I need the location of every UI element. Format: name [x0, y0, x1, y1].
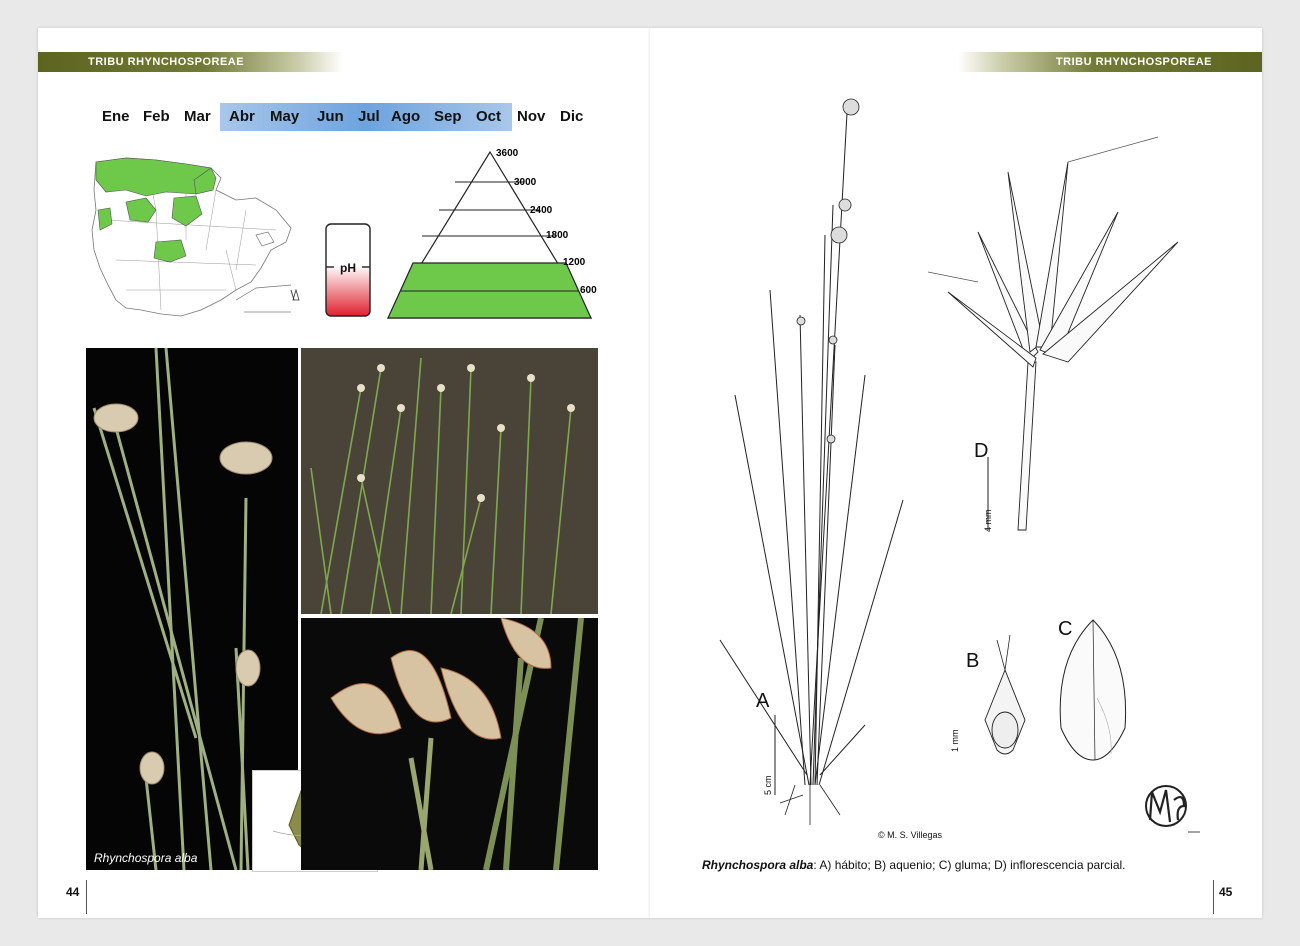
illustrator-signature-logo: [1145, 785, 1200, 833]
altitude-label: 3600: [496, 148, 519, 159]
figure-label-a: A: [756, 690, 770, 712]
month-label: Ago: [391, 108, 421, 125]
month-label: Mar: [184, 108, 211, 125]
figure-label-c: C: [1058, 618, 1073, 640]
figure-label-b: B: [966, 650, 980, 672]
figure-label-d: D: [974, 440, 989, 462]
month-label: Oct: [476, 108, 502, 125]
illustration-copyright: © M. S. Villegas: [878, 830, 942, 840]
altitude-label: 1800: [546, 230, 569, 241]
caption-species: Rhynchospora alba: [702, 858, 814, 872]
altitude-label: 3000: [514, 177, 537, 188]
ph-label: pH: [340, 261, 356, 275]
month-label: Jun: [317, 108, 344, 125]
page-divider-right: [1213, 880, 1214, 914]
page-number-left: 44: [66, 885, 80, 899]
distribution-map: [91, 157, 300, 317]
page-number-right: 45: [1219, 885, 1233, 899]
month-label: Abr: [229, 108, 255, 125]
left-header: TRIBU RHYNCHOSPOREAE: [38, 52, 343, 72]
altitude-label: 1200: [563, 257, 586, 268]
scale-label-d: 4 mm: [983, 509, 993, 533]
photo-inflorescence: [301, 618, 598, 870]
left-header-title: TRIBU RHYNCHOSPOREAE: [88, 56, 245, 68]
flowering-calendar: Ene Feb Mar Abr May Jun Jul Ago Sep Oct …: [96, 103, 596, 131]
month-label: Jul: [358, 108, 380, 125]
altitude-label: 600: [580, 285, 597, 296]
right-header-title: TRIBU RHYNCHOSPOREAE: [1055, 56, 1212, 68]
photo-caption: Rhynchospora alba: [94, 851, 198, 865]
illustration-inflorescence: [927, 136, 1179, 531]
month-label: Feb: [143, 108, 170, 125]
month-label: Dic: [560, 108, 584, 125]
page-divider-left: [86, 880, 87, 914]
illustration-achene: [984, 634, 1026, 755]
caption-text: : A) hábito; B) aquenio; C) gluma; D) in…: [813, 858, 1126, 872]
altitude-label: 2400: [530, 205, 553, 216]
illustration-habit: [719, 98, 904, 825]
month-label: Nov: [517, 108, 546, 125]
figure-caption: Rhynchospora alba: A) hábito; B) aquenio…: [702, 858, 1126, 872]
right-header: TRIBU RHYNCHOSPOREAE: [958, 52, 1262, 72]
scale-label-b: 1 mm: [950, 729, 960, 753]
month-label: Sep: [434, 108, 462, 125]
photo-field: [301, 348, 598, 614]
month-label: Ene: [102, 108, 130, 125]
scale-label-a: 5 cm: [763, 775, 773, 795]
month-label: May: [270, 108, 300, 125]
